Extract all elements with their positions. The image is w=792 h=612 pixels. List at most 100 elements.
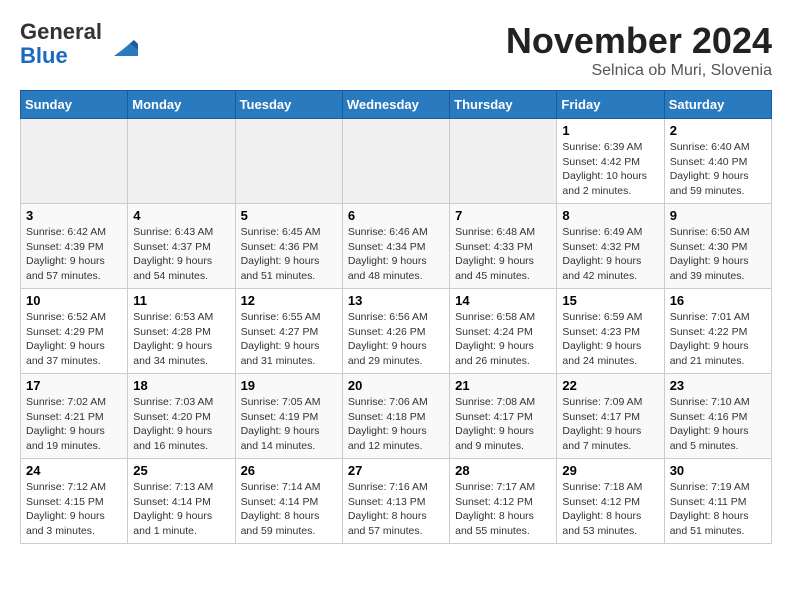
- day-number: 4: [133, 208, 229, 223]
- calendar-cell: [21, 119, 128, 204]
- title-block: November 2024 Selnica ob Muri, Slovenia: [506, 20, 772, 80]
- calendar-cell: [235, 119, 342, 204]
- calendar-table: SundayMondayTuesdayWednesdayThursdayFrid…: [20, 90, 772, 544]
- day-info: Sunrise: 7:05 AMSunset: 4:19 PMDaylight:…: [241, 395, 337, 454]
- calendar-cell: 8Sunrise: 6:49 AMSunset: 4:32 PMDaylight…: [557, 204, 664, 289]
- calendar-header-row: SundayMondayTuesdayWednesdayThursdayFrid…: [21, 91, 772, 119]
- day-info: Sunrise: 7:17 AMSunset: 4:12 PMDaylight:…: [455, 480, 551, 539]
- day-number: 5: [241, 208, 337, 223]
- calendar-cell: 23 Sunrise: 7:10 AMSunset: 4:16 PMDayligh…: [664, 374, 771, 459]
- day-info: Sunrise: 6:48 AMSunset: 4:33 PMDaylight:…: [455, 225, 551, 284]
- day-info: Sunrise: 7:16 AMSunset: 4:13 PMDaylight:…: [348, 480, 444, 539]
- calendar-cell: 18Sunrise: 7:03 AMSunset: 4:20 PMDayligh…: [128, 374, 235, 459]
- day-info: Sunrise: 6:40 AMSunset: 4:40 PMDaylight:…: [670, 140, 766, 199]
- day-number: 23: [670, 378, 766, 393]
- page-header: General Blue November 2024 Selnica ob Mu…: [20, 20, 772, 80]
- calendar-cell: 25 Sunrise: 7:13 AMSunset: 4:14 PMDayligh…: [128, 459, 235, 544]
- day-number: 12: [241, 293, 337, 308]
- day-of-week-header: Sunday: [21, 91, 128, 119]
- logo-blue: Blue: [20, 43, 68, 68]
- day-info: Sunrise: 6:42 AMSunset: 4:39 PMDaylight:…: [26, 225, 122, 284]
- calendar-cell: 22Sunrise: 7:09 AMSunset: 4:17 PMDayligh…: [557, 374, 664, 459]
- day-number: 16: [670, 293, 766, 308]
- day-info: Sunrise: 7:10 AMSunset: 4:16 PMDaylight:…: [670, 395, 766, 454]
- calendar-cell: 21 Sunrise: 7:08 AMSunset: 4:17 PMDayligh…: [450, 374, 557, 459]
- calendar-week-row: 17 Sunrise: 7:02 AMSunset: 4:21 PMDayligh…: [21, 374, 772, 459]
- day-info: Sunrise: 6:59 AMSunset: 4:23 PMDaylight:…: [562, 310, 658, 369]
- calendar-week-row: 24 Sunrise: 7:12 AMSunset: 4:15 PMDayligh…: [21, 459, 772, 544]
- day-of-week-header: Saturday: [664, 91, 771, 119]
- calendar-cell: 19Sunrise: 7:05 AMSunset: 4:19 PMDayligh…: [235, 374, 342, 459]
- calendar-cell: 9 Sunrise: 6:50 AMSunset: 4:30 PMDaylight…: [664, 204, 771, 289]
- day-number: 2: [670, 123, 766, 138]
- calendar-week-row: 1 Sunrise: 6:39 AMSunset: 4:42 PMDaylight…: [21, 119, 772, 204]
- day-info: Sunrise: 6:53 AMSunset: 4:28 PMDaylight:…: [133, 310, 229, 369]
- calendar-cell: 1 Sunrise: 6:39 AMSunset: 4:42 PMDaylight…: [557, 119, 664, 204]
- day-number: 7: [455, 208, 551, 223]
- day-info: Sunrise: 7:13 AMSunset: 4:14 PMDaylight:…: [133, 480, 229, 539]
- day-number: 21: [455, 378, 551, 393]
- day-info: Sunrise: 7:14 AMSunset: 4:14 PMDaylight:…: [241, 480, 337, 539]
- day-info: Sunrise: 6:46 AMSunset: 4:34 PMDaylight:…: [348, 225, 444, 284]
- day-info: Sunrise: 7:03 AMSunset: 4:20 PMDaylight:…: [133, 395, 229, 454]
- day-info: Sunrise: 7:08 AMSunset: 4:17 PMDaylight:…: [455, 395, 551, 454]
- logo-general: General: [20, 19, 102, 44]
- day-info: Sunrise: 6:45 AMSunset: 4:36 PMDaylight:…: [241, 225, 337, 284]
- day-number: 17: [26, 378, 122, 393]
- day-number: 20: [348, 378, 444, 393]
- day-number: 24: [26, 463, 122, 478]
- day-of-week-header: Wednesday: [342, 91, 449, 119]
- calendar-cell: 14 Sunrise: 6:58 AMSunset: 4:24 PMDayligh…: [450, 289, 557, 374]
- day-number: 25: [133, 463, 229, 478]
- calendar-cell: 7 Sunrise: 6:48 AMSunset: 4:33 PMDaylight…: [450, 204, 557, 289]
- day-number: 30: [670, 463, 766, 478]
- day-number: 3: [26, 208, 122, 223]
- day-info: Sunrise: 7:01 AMSunset: 4:22 PMDaylight:…: [670, 310, 766, 369]
- calendar-cell: 13Sunrise: 6:56 AMSunset: 4:26 PMDayligh…: [342, 289, 449, 374]
- calendar-cell: 10Sunrise: 6:52 AMSunset: 4:29 PMDayligh…: [21, 289, 128, 374]
- day-number: 1: [562, 123, 658, 138]
- day-info: Sunrise: 6:52 AMSunset: 4:29 PMDaylight:…: [26, 310, 122, 369]
- day-number: 14: [455, 293, 551, 308]
- day-info: Sunrise: 6:39 AMSunset: 4:42 PMDaylight:…: [562, 140, 658, 199]
- calendar-cell: 11 Sunrise: 6:53 AMSunset: 4:28 PMDayligh…: [128, 289, 235, 374]
- calendar-cell: [450, 119, 557, 204]
- day-info: Sunrise: 7:12 AMSunset: 4:15 PMDaylight:…: [26, 480, 122, 539]
- calendar-cell: 2 Sunrise: 6:40 AMSunset: 4:40 PMDaylight…: [664, 119, 771, 204]
- day-info: Sunrise: 7:06 AMSunset: 4:18 PMDaylight:…: [348, 395, 444, 454]
- calendar-week-row: 3 Sunrise: 6:42 AMSunset: 4:39 PMDaylight…: [21, 204, 772, 289]
- day-of-week-header: Thursday: [450, 91, 557, 119]
- calendar-cell: 15 Sunrise: 6:59 AMSunset: 4:23 PMDayligh…: [557, 289, 664, 374]
- calendar-cell: 3 Sunrise: 6:42 AMSunset: 4:39 PMDaylight…: [21, 204, 128, 289]
- day-number: 22: [562, 378, 658, 393]
- calendar-cell: 12Sunrise: 6:55 AMSunset: 4:27 PMDayligh…: [235, 289, 342, 374]
- day-number: 27: [348, 463, 444, 478]
- calendar-cell: 24 Sunrise: 7:12 AMSunset: 4:15 PMDayligh…: [21, 459, 128, 544]
- day-info: Sunrise: 6:43 AMSunset: 4:37 PMDaylight:…: [133, 225, 229, 284]
- calendar-cell: 29 Sunrise: 7:18 AMSunset: 4:12 PMDayligh…: [557, 459, 664, 544]
- day-info: Sunrise: 6:58 AMSunset: 4:24 PMDaylight:…: [455, 310, 551, 369]
- calendar-cell: [342, 119, 449, 204]
- calendar-cell: 27 Sunrise: 7:16 AMSunset: 4:13 PMDayligh…: [342, 459, 449, 544]
- day-number: 26: [241, 463, 337, 478]
- day-number: 11: [133, 293, 229, 308]
- calendar-week-row: 10Sunrise: 6:52 AMSunset: 4:29 PMDayligh…: [21, 289, 772, 374]
- day-of-week-header: Friday: [557, 91, 664, 119]
- day-number: 15: [562, 293, 658, 308]
- day-info: Sunrise: 7:02 AMSunset: 4:21 PMDaylight:…: [26, 395, 122, 454]
- calendar-cell: 5 Sunrise: 6:45 AMSunset: 4:36 PMDaylight…: [235, 204, 342, 289]
- day-info: Sunrise: 7:18 AMSunset: 4:12 PMDaylight:…: [562, 480, 658, 539]
- calendar-cell: 16 Sunrise: 7:01 AMSunset: 4:22 PMDayligh…: [664, 289, 771, 374]
- calendar-cell: 6 Sunrise: 6:46 AMSunset: 4:34 PMDaylight…: [342, 204, 449, 289]
- month-title: November 2024: [506, 20, 772, 62]
- day-number: 9: [670, 208, 766, 223]
- calendar-cell: 17 Sunrise: 7:02 AMSunset: 4:21 PMDayligh…: [21, 374, 128, 459]
- day-info: Sunrise: 6:50 AMSunset: 4:30 PMDaylight:…: [670, 225, 766, 284]
- day-info: Sunrise: 7:19 AMSunset: 4:11 PMDaylight:…: [670, 480, 766, 539]
- calendar-cell: 30 Sunrise: 7:19 AMSunset: 4:11 PMDayligh…: [664, 459, 771, 544]
- logo-icon: [106, 28, 138, 60]
- logo: General Blue: [20, 20, 138, 68]
- day-number: 29: [562, 463, 658, 478]
- day-number: 6: [348, 208, 444, 223]
- calendar-cell: 28Sunrise: 7:17 AMSunset: 4:12 PMDayligh…: [450, 459, 557, 544]
